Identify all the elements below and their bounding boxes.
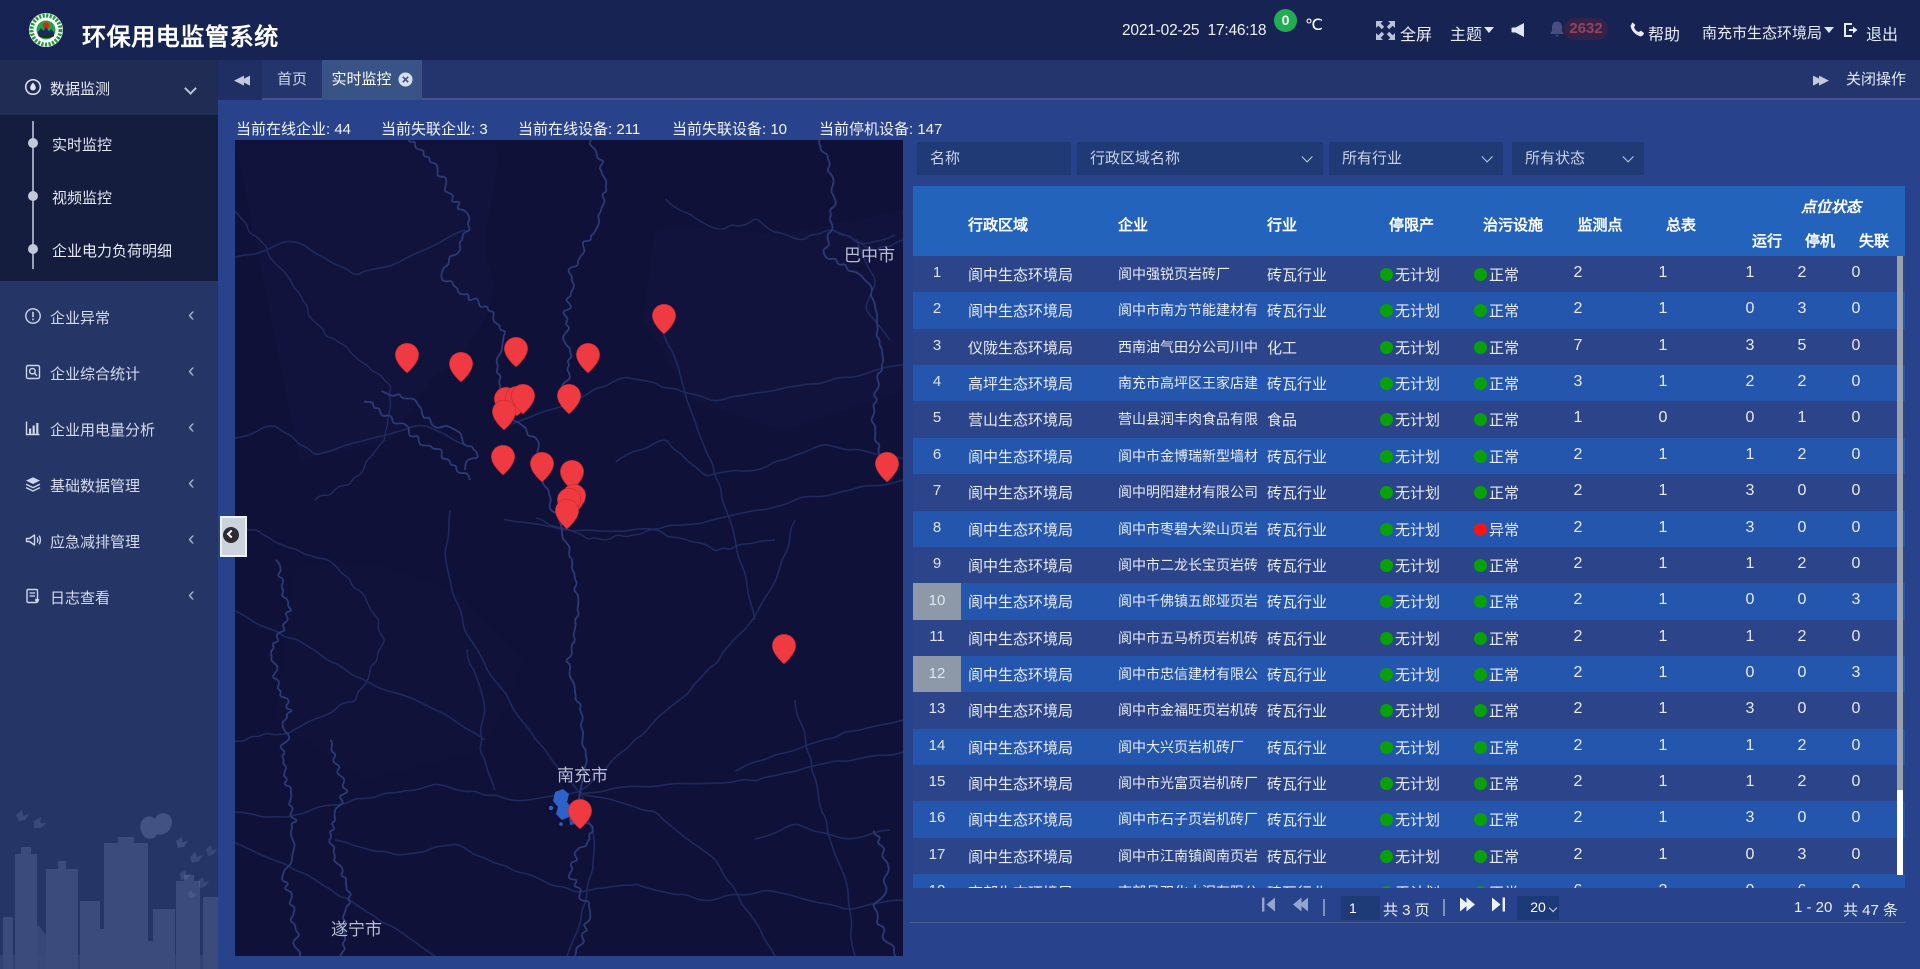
svg-text:巴中市: 巴中市 xyxy=(844,246,895,265)
svg-text:遂宁市: 遂宁市 xyxy=(331,920,382,939)
svg-text:南充市: 南充市 xyxy=(557,766,608,785)
